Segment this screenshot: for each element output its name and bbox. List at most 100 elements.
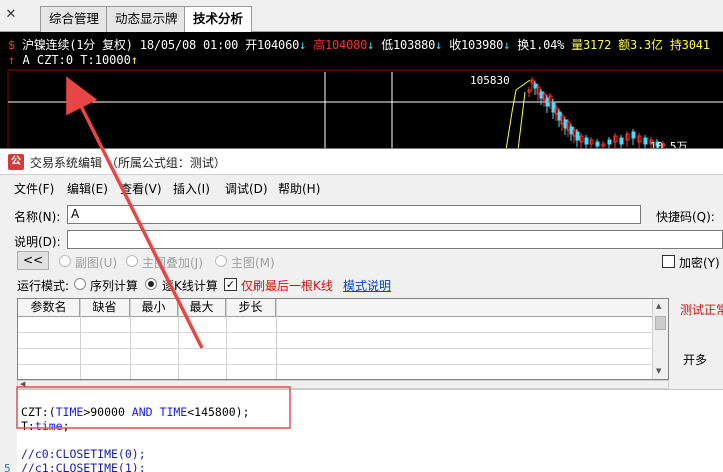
high-price: 高104080: [313, 38, 368, 52]
test-status: 测试正常: [680, 303, 723, 317]
quote-datetime: 18/05/08 01:00: [139, 38, 239, 52]
quote-header: $ 沪镍连续(1分 复权) 18/05/08 01:00 开104060↓ 高1…: [8, 36, 710, 53]
code-token: TIME: [159, 405, 188, 419]
shortcut-label: 快捷码(Q):: [656, 210, 715, 224]
menu-bar: 文件(F) 编辑(E) 查看(V) 插入(I) 调试(D) 帮助(H): [0, 177, 723, 197]
indicator-line: [517, 91, 526, 150]
column-header[interactable]: 步长: [226, 299, 276, 317]
candle-body: [607, 139, 612, 145]
code-line[interactable]: //c1:CLOSETIME(1);: [21, 461, 146, 472]
sequence-mode-label: 序列计算: [90, 279, 139, 293]
arrow-down-icon: ↓: [367, 38, 375, 52]
scroll-down-icon[interactable]: ▼: [656, 367, 661, 375]
encrypt-checkbox[interactable]: [662, 255, 675, 268]
code-token: AND: [131, 405, 153, 419]
code-token: TIME: [55, 405, 84, 419]
indicator-values: A CZT:0 T:10000: [22, 53, 131, 67]
instrument-name: 沪镍连续(1分 复权): [22, 38, 133, 52]
scroll-left-icon[interactable]: ◀: [20, 380, 25, 388]
parameter-table-header: 参数名 缺省 最小 最大 步长: [18, 299, 658, 317]
vertical-scrollbar[interactable]: ▲ ▼: [652, 299, 668, 379]
column-divider: [80, 299, 81, 379]
tick-mode-label: 逐K线计算: [162, 279, 218, 293]
table-row[interactable]: [18, 317, 658, 333]
indicator-line: [505, 79, 531, 150]
menu-help[interactable]: 帮助(H): [278, 180, 320, 197]
code-line[interactable]: //c0:CLOSETIME(0);: [21, 447, 146, 461]
scrollbar-thumb[interactable]: [655, 316, 666, 330]
tab-overview[interactable]: 综合管理: [40, 6, 109, 32]
main-overlay-radio[interactable]: [126, 255, 138, 267]
table-row[interactable]: [18, 349, 658, 365]
indicator-header: ↑ A CZT:0 T:10000↑: [8, 53, 138, 67]
price-chart[interactable]: $ 沪镍连续(1分 复权) 18/05/08 01:00 开104060↓ 高1…: [0, 32, 723, 150]
horizontal-scrollbar[interactable]: ◀: [17, 380, 669, 389]
code-token: ;: [62, 419, 70, 433]
column-header[interactable]: 缺省: [80, 299, 130, 317]
code-line[interactable]: CZT:(TIME>90000 AND TIME<145800);: [21, 405, 250, 419]
dollar-icon: $: [8, 38, 16, 52]
candle-body: [643, 137, 648, 145]
candle-body: [595, 141, 600, 147]
code-token: time: [34, 419, 63, 433]
main-chart-radio[interactable]: [215, 255, 227, 267]
sequence-mode-radio[interactable]: [74, 278, 86, 290]
main-chart-label: 主图(M): [231, 256, 275, 270]
description-input[interactable]: [67, 230, 723, 249]
table-row[interactable]: [18, 333, 658, 349]
menu-view[interactable]: 查看(V): [120, 180, 162, 197]
tab-technical-analysis[interactable]: 技术分析: [184, 6, 253, 33]
editor-gutter: 5: [0, 389, 17, 472]
candle-body: [575, 131, 580, 141]
workspace-tab-strip: ✕ 综合管理 动态显示牌 技术分析: [0, 0, 723, 33]
run-mode-label: 运行模式:: [17, 279, 70, 293]
tick-mode-radio[interactable]: [145, 278, 157, 290]
amount: 额3.3亿: [618, 38, 663, 52]
column-header[interactable]: 参数名: [18, 299, 80, 317]
menu-file[interactable]: 文件(F): [14, 180, 54, 197]
code-token: //c1:CLOSETIME(1);: [21, 461, 146, 472]
table-row[interactable]: [18, 365, 658, 379]
column-divider: [226, 299, 227, 379]
menu-debug[interactable]: 调试(D): [225, 180, 268, 197]
arrow-down-icon: ↓: [299, 38, 307, 52]
line-number: 5: [4, 462, 11, 472]
close-price: 收103980: [449, 38, 504, 52]
main-overlay-label: 主图叠加(J): [142, 256, 203, 270]
parameter-table[interactable]: 参数名 缺省 最小 最大 步长 ▲ ▼: [17, 298, 669, 380]
arrow-down-icon: ↓: [503, 38, 511, 52]
menu-edit[interactable]: 编辑(E): [67, 180, 108, 197]
candle-body: [584, 137, 589, 145]
name-input[interactable]: A: [67, 205, 641, 224]
column-divider: [276, 299, 277, 379]
refresh-last-checkbox[interactable]: ✓: [224, 278, 237, 291]
mode-help-link[interactable]: 模式说明: [343, 277, 391, 294]
encrypt-label: 加密(Y): [679, 256, 720, 270]
arrow-up-icon: ↑: [8, 53, 16, 67]
open-interest: 持3041: [669, 38, 710, 52]
close-icon[interactable]: ✕: [4, 8, 18, 22]
menu-insert[interactable]: 插入(I): [173, 180, 210, 197]
low-price: 低103880: [381, 38, 436, 52]
description-label: 说明(D):: [14, 235, 61, 249]
trading-system-editor-dialog: 公 交易系统编辑 （所属公式组：测试） 文件(F) 编辑(E) 查看(V) 插入…: [0, 148, 723, 472]
collapse-button[interactable]: <<: [17, 251, 49, 270]
column-header[interactable]: 最小: [130, 299, 178, 317]
sub-chart-label: 副图(U): [75, 256, 118, 270]
code-token: CZT:(: [21, 405, 56, 419]
volume: 量3172: [571, 38, 612, 52]
tab-dynamic-board[interactable]: 动态显示牌: [106, 6, 187, 32]
app-icon: 公: [8, 154, 24, 170]
code-token: <145800);: [187, 405, 250, 419]
candle-body: [619, 137, 624, 145]
scroll-up-icon[interactable]: ▲: [656, 302, 661, 310]
name-label: 名称(N):: [14, 210, 61, 224]
dialog-titlebar[interactable]: 公 交易系统编辑 （所属公式组：测试）: [0, 149, 723, 175]
code-token: >90000: [83, 405, 132, 419]
code-token: //c0:CLOSETIME(0);: [21, 447, 146, 461]
sub-chart-radio[interactable]: [59, 255, 71, 267]
column-header[interactable]: 最大: [178, 299, 226, 317]
code-line[interactable]: T:time;: [21, 419, 70, 433]
arrow-down-icon: ↓: [435, 38, 443, 52]
dialog-title: 交易系统编辑 （所属公式组：测试）: [30, 156, 226, 170]
